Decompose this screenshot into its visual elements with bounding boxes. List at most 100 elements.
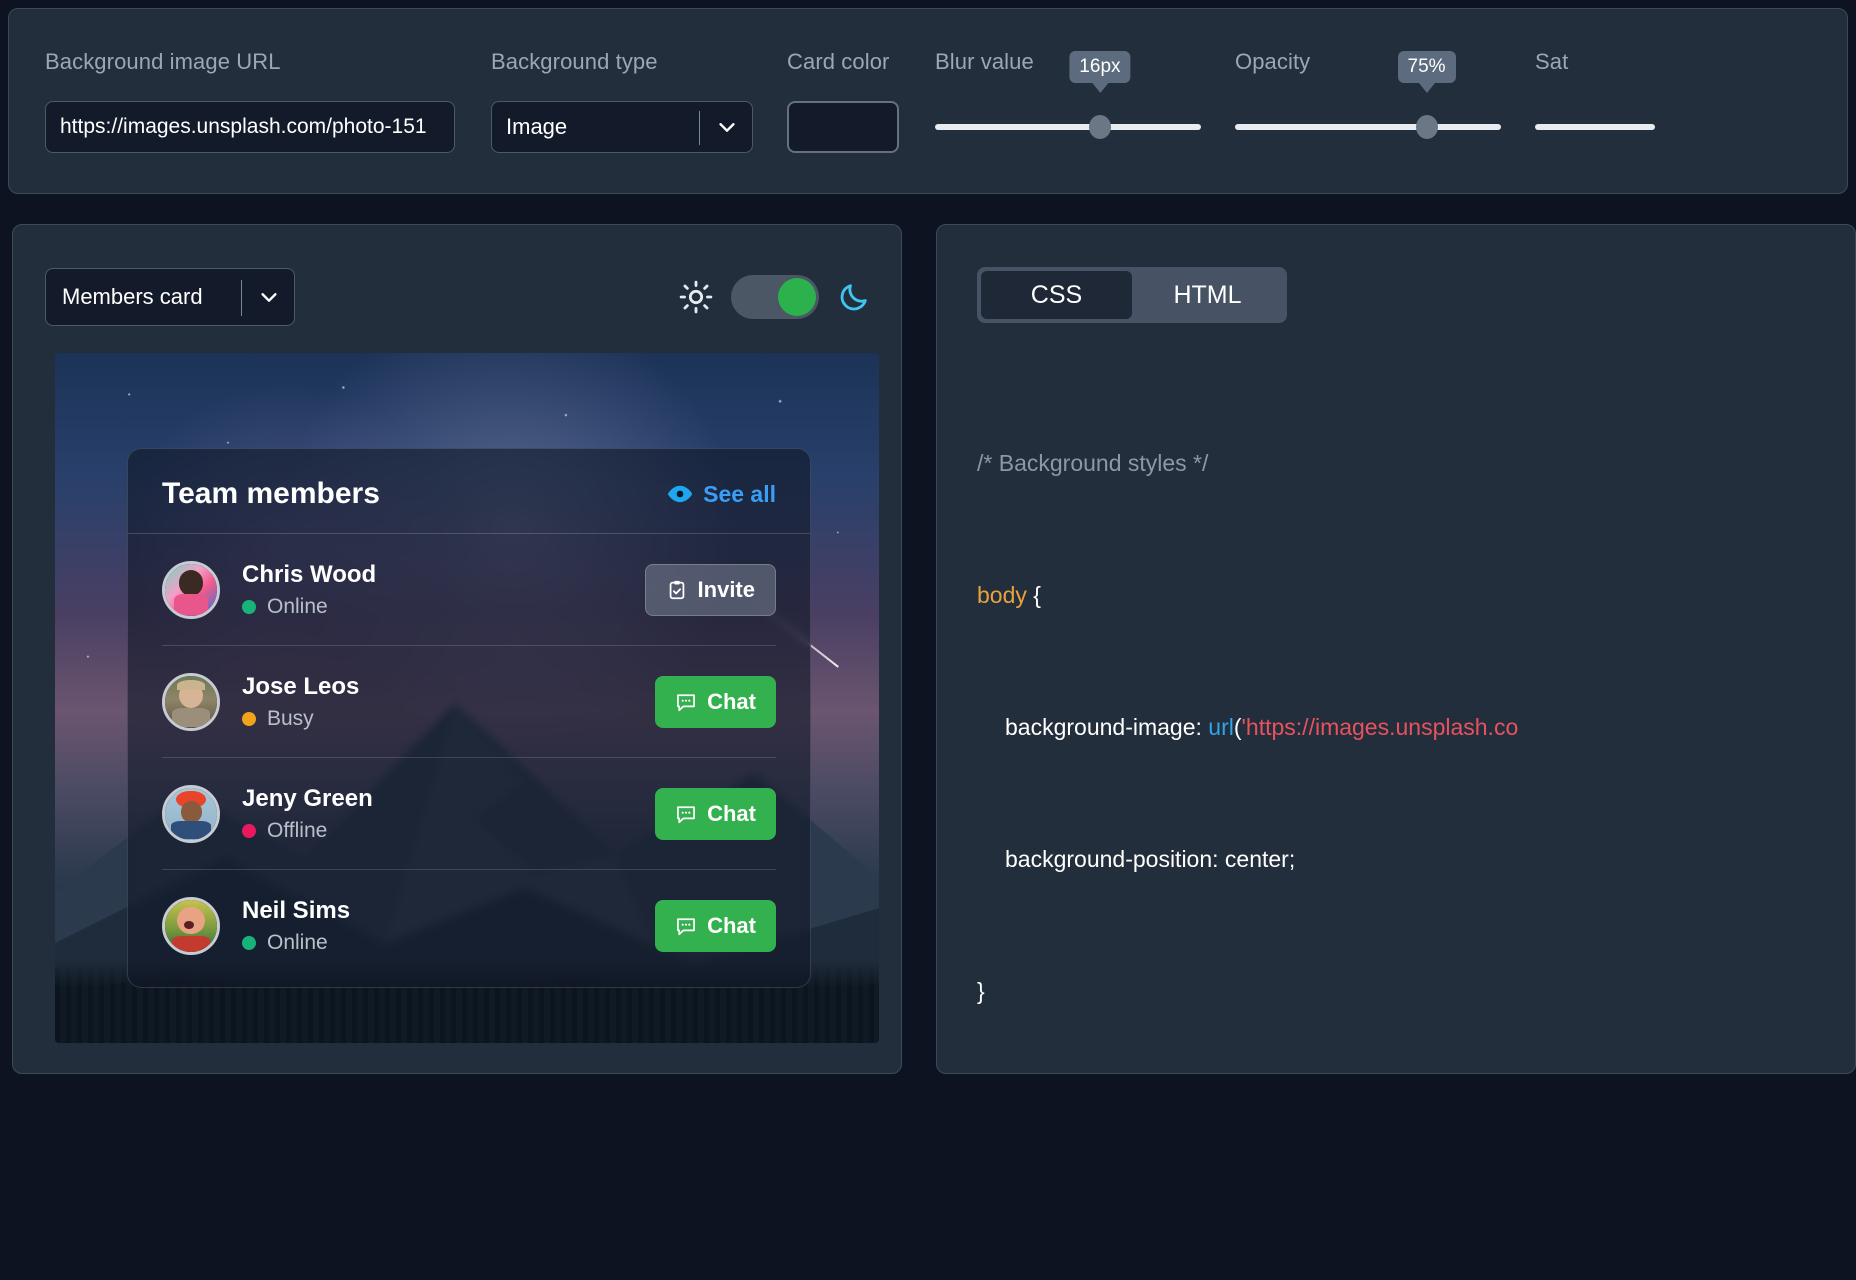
member-status: Offline (242, 819, 655, 843)
status-dot-busy (242, 711, 256, 726)
member-list: Chris Wood Online Invite Jose Leos Busy … (128, 534, 810, 982)
code-line: background-position: center; (1005, 846, 1296, 872)
member-info: Chris Wood Online (242, 561, 645, 619)
member-name: Chris Wood (242, 560, 377, 588)
blur-slider[interactable]: 16px (935, 51, 1201, 153)
theme-controls (679, 275, 871, 319)
css-bg-image-prop: background-image (1005, 714, 1196, 740)
opacity-label: Opacity (1235, 49, 1311, 74)
background-type-field: Background type Image (491, 9, 753, 153)
saturation-slider-track (1535, 124, 1655, 130)
code-output: /* Background styles */ body { backgroun… (977, 353, 1855, 1073)
tab-css[interactable]: CSS (981, 271, 1132, 319)
saturation-label: Sat (1535, 49, 1569, 74)
select-divider (241, 280, 242, 316)
theme-toggle-knob[interactable] (778, 278, 816, 316)
preview-panel: Members card Team members See all Chris … (12, 224, 902, 1074)
avatar (162, 672, 220, 731)
see-all-label: See all (703, 480, 776, 507)
background-type-select[interactable]: Image (491, 101, 753, 153)
clipboard-check-icon (669, 580, 684, 599)
chat-bubble-icon (677, 693, 696, 711)
avatar (162, 560, 220, 619)
theme-toggle[interactable] (731, 275, 819, 319)
card-title: Team members (162, 477, 380, 510)
status-dot-online (242, 599, 256, 614)
preview-header: Members card (45, 267, 871, 327)
blur-field: Blur value 16px (935, 9, 1201, 153)
blur-slider-track (935, 124, 1201, 130)
table-row[interactable]: Chris Wood Online Invite (162, 534, 776, 646)
background-type-label: Background type (491, 49, 658, 74)
code-line: /* Background styles */ (977, 441, 1855, 485)
avatar (162, 784, 220, 843)
select-divider (699, 111, 700, 145)
opacity-value-bubble: 75% (1397, 51, 1456, 83)
member-status: Online (242, 931, 655, 955)
opacity-field: Opacity 75% (1235, 9, 1501, 153)
css-body-selector: body (977, 582, 1027, 608)
avatar (162, 897, 220, 955)
card-color-swatch[interactable] (787, 101, 899, 153)
code-line: } (977, 978, 985, 1004)
css-bg-position-prop: background-position (1005, 846, 1213, 872)
chat-button[interactable]: Chat (655, 675, 776, 728)
eye-icon (667, 485, 693, 503)
member-status: Busy (242, 707, 655, 731)
member-info: Neil Sims Online (242, 897, 655, 955)
code-tabs: CSS HTML (977, 267, 1287, 323)
chat-button-label: Chat (707, 913, 756, 938)
blur-slider-knob[interactable] (1088, 115, 1111, 139)
invite-button-label: Invite (697, 576, 755, 602)
chat-bubble-icon (677, 805, 696, 823)
member-status-label: Offline (267, 818, 328, 842)
member-name: Jeny Green (242, 784, 373, 812)
table-row[interactable]: Jose Leos Busy Chat (162, 646, 776, 758)
glassmorphism-card: Team members See all Chris Wood Online I… (127, 448, 811, 988)
card-color-field: Card color (787, 9, 899, 153)
card-color-label: Card color (787, 49, 890, 74)
chat-button-label: Chat (707, 688, 756, 714)
member-name: Jose Leos (242, 672, 360, 700)
settings-toolbar: Background image URL Background type Ima… (8, 8, 1848, 194)
css-url-fn: url (1208, 714, 1234, 740)
blur-value-bubble: 16px (1069, 51, 1131, 83)
code-panel: CSS HTML /* Background styles */ body { … (936, 224, 1856, 1074)
member-status-label: Busy (267, 706, 314, 730)
status-dot-offline (242, 823, 256, 838)
code-line: body { (977, 582, 1041, 608)
member-name: Neil Sims (242, 897, 351, 924)
member-info: Jeny Green Offline (242, 785, 655, 843)
css-comment-background: /* Background styles */ (977, 450, 1209, 476)
chevron-down-icon (261, 293, 277, 302)
background-url-input[interactable] (45, 101, 455, 153)
background-url-label: Background image URL (45, 49, 281, 74)
opacity-slider-track (1235, 124, 1501, 130)
invite-button[interactable]: Invite (644, 563, 776, 616)
opacity-slider-knob[interactable] (1415, 115, 1438, 139)
background-url-field: Background image URL (45, 9, 455, 153)
css-url-value: 'https://images.unsplash.co (1241, 714, 1519, 740)
template-select-value: Members card (62, 284, 203, 309)
table-row[interactable]: Neil Sims Online Chat (162, 870, 776, 982)
status-dot-online (242, 936, 256, 950)
table-row[interactable]: Jeny Green Offline Chat (162, 758, 776, 870)
sun-icon (679, 280, 713, 314)
member-info: Jose Leos Busy (242, 673, 655, 731)
tab-html[interactable]: HTML (1132, 271, 1283, 319)
chat-button[interactable]: Chat (655, 900, 776, 952)
saturation-field: Sat (1535, 9, 1655, 153)
chat-button[interactable]: Chat (655, 787, 776, 840)
saturation-slider[interactable] (1535, 101, 1655, 153)
chevron-down-icon (719, 123, 735, 132)
opacity-slider[interactable]: 75% (1235, 51, 1501, 153)
code-line: background-image: url('https://images.un… (1005, 714, 1519, 740)
background-preview-image: Team members See all Chris Wood Online I… (55, 353, 879, 1043)
background-type-value: Image (506, 114, 568, 139)
member-status-label: Online (267, 594, 328, 618)
chat-button-label: Chat (707, 800, 756, 826)
moon-icon (840, 284, 867, 311)
see-all-link[interactable]: See all (667, 481, 776, 508)
chat-bubble-icon (677, 918, 696, 936)
template-select[interactable]: Members card (45, 268, 295, 326)
